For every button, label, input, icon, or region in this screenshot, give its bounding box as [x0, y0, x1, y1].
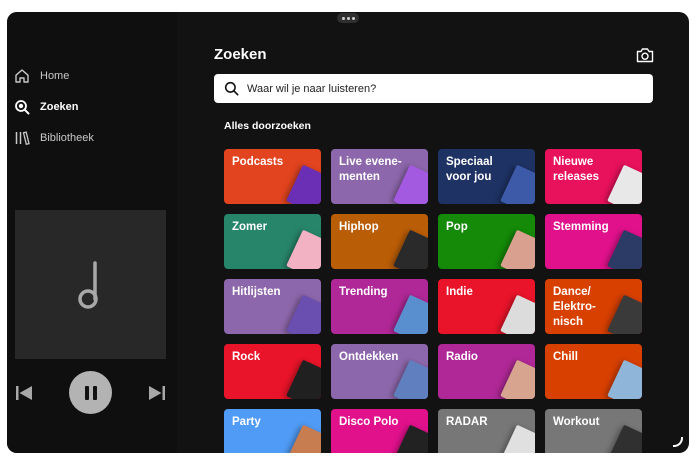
- genre-tile-label: Radio: [446, 351, 478, 363]
- genre-tile-label: Zomer: [232, 221, 268, 233]
- genre-tile[interactable]: Pop: [438, 214, 535, 269]
- genre-tile-artwork: [607, 359, 642, 399]
- genre-tile[interactable]: Party: [224, 409, 321, 453]
- genre-tile-artwork: [393, 229, 428, 269]
- skip-previous-icon[interactable]: [15, 384, 33, 402]
- genre-tile[interactable]: Chill: [545, 344, 642, 399]
- search-icon: [15, 100, 30, 115]
- sidebar: Home Zoeken Bibliotheek: [7, 12, 177, 453]
- genre-tile[interactable]: Hiphop: [331, 214, 428, 269]
- genre-tile-label: Disco Polo: [339, 416, 399, 428]
- sidebar-item-library[interactable]: Bibliotheek: [14, 128, 94, 148]
- genre-tile-label: Podcasts: [232, 156, 284, 168]
- search-input[interactable]: [247, 82, 637, 95]
- sidebar-item-home[interactable]: Home: [14, 66, 69, 86]
- genre-tile-label: Pop: [446, 221, 468, 233]
- genre-tile-label: Ontdekken: [339, 351, 399, 363]
- sidebar-item-label: Home: [40, 70, 70, 82]
- genre-tile-label: Indie: [446, 286, 473, 298]
- genre-tile-label: Hitlijsten: [232, 286, 281, 298]
- genre-tile[interactable]: Disco Polo: [331, 409, 428, 453]
- genre-tile-artwork: [607, 229, 642, 269]
- genre-tile[interactable]: Zomer: [224, 214, 321, 269]
- camera-icon[interactable]: [636, 47, 654, 63]
- pause-icon: [84, 385, 97, 400]
- genre-tile-label: Hiphop: [339, 221, 379, 233]
- genre-tile-label: RADAR: [446, 416, 488, 428]
- genre-tile[interactable]: Speciaal voor jou: [438, 149, 535, 204]
- library-icon: [15, 131, 30, 145]
- genre-tile-label: Dance/ Elektro-nisch: [553, 286, 596, 328]
- genre-tile-label: Rock: [232, 351, 261, 363]
- genre-tile[interactable]: Trending: [331, 279, 428, 334]
- genre-tile-label: Stemming: [553, 221, 609, 233]
- now-playing-artwork[interactable]: [15, 210, 166, 359]
- genre-tile[interactable]: Rock: [224, 344, 321, 399]
- genre-grid: Podcasts Live evene-menten Speciaal voor j…: [224, 149, 644, 453]
- genre-tile-label: Live evene-menten: [339, 156, 402, 183]
- home-icon: [15, 69, 29, 83]
- genre-tile-artwork: [393, 359, 428, 399]
- search-icon: [224, 81, 239, 96]
- genre-tile-artwork: [286, 229, 321, 269]
- page-title: Zoeken: [214, 46, 267, 63]
- genre-tile-artwork: [500, 359, 535, 399]
- genre-tile[interactable]: Live evene-menten: [331, 149, 428, 204]
- section-title: Alles doorzoeken: [224, 120, 311, 132]
- genre-tile[interactable]: Hitlijsten: [224, 279, 321, 334]
- genre-tile-label: Workout: [553, 416, 600, 428]
- sidebar-item-label: Bibliotheek: [40, 132, 94, 144]
- genre-tile-artwork: [286, 359, 321, 399]
- genre-tile-label: Nieuwe releases: [553, 156, 600, 183]
- genre-tile-label: Trending: [339, 286, 388, 298]
- app-window: Home Zoeken Bibliotheek Zoeken Waar wil …: [7, 12, 689, 453]
- multitasking-handle[interactable]: [337, 13, 359, 23]
- genre-tile-artwork: [286, 294, 321, 334]
- genre-tile-artwork: [393, 294, 428, 334]
- skip-next-icon[interactable]: [148, 384, 166, 402]
- genre-tile[interactable]: Nieuwe releases: [545, 149, 642, 204]
- genre-tile-label: Speciaal voor jou: [446, 156, 493, 183]
- genre-tile[interactable]: Ontdekken: [331, 344, 428, 399]
- search-bar[interactable]: [214, 74, 653, 103]
- sidebar-item-label: Zoeken: [40, 101, 79, 113]
- genre-tile[interactable]: RADAR: [438, 409, 535, 453]
- genre-tile-artwork: [500, 294, 535, 334]
- sidebar-item-search[interactable]: Zoeken: [14, 97, 79, 117]
- genre-tile[interactable]: Podcasts: [224, 149, 321, 204]
- playback-controls: [7, 368, 177, 418]
- genre-tile[interactable]: Stemming: [545, 214, 642, 269]
- genre-tile-artwork: [286, 164, 321, 204]
- genre-tile-artwork: [500, 229, 535, 269]
- play-pause-button[interactable]: [69, 371, 112, 414]
- genre-tile-label: Party: [232, 416, 261, 428]
- genre-tile-label: Chill: [553, 351, 578, 363]
- music-note-icon: [77, 260, 98, 309]
- resize-handle[interactable]: [673, 437, 683, 447]
- genre-tile[interactable]: Indie: [438, 279, 535, 334]
- genre-tile[interactable]: Dance/ Elektro-nisch: [545, 279, 642, 334]
- genre-tile[interactable]: Workout: [545, 409, 642, 453]
- genre-tile[interactable]: Radio: [438, 344, 535, 399]
